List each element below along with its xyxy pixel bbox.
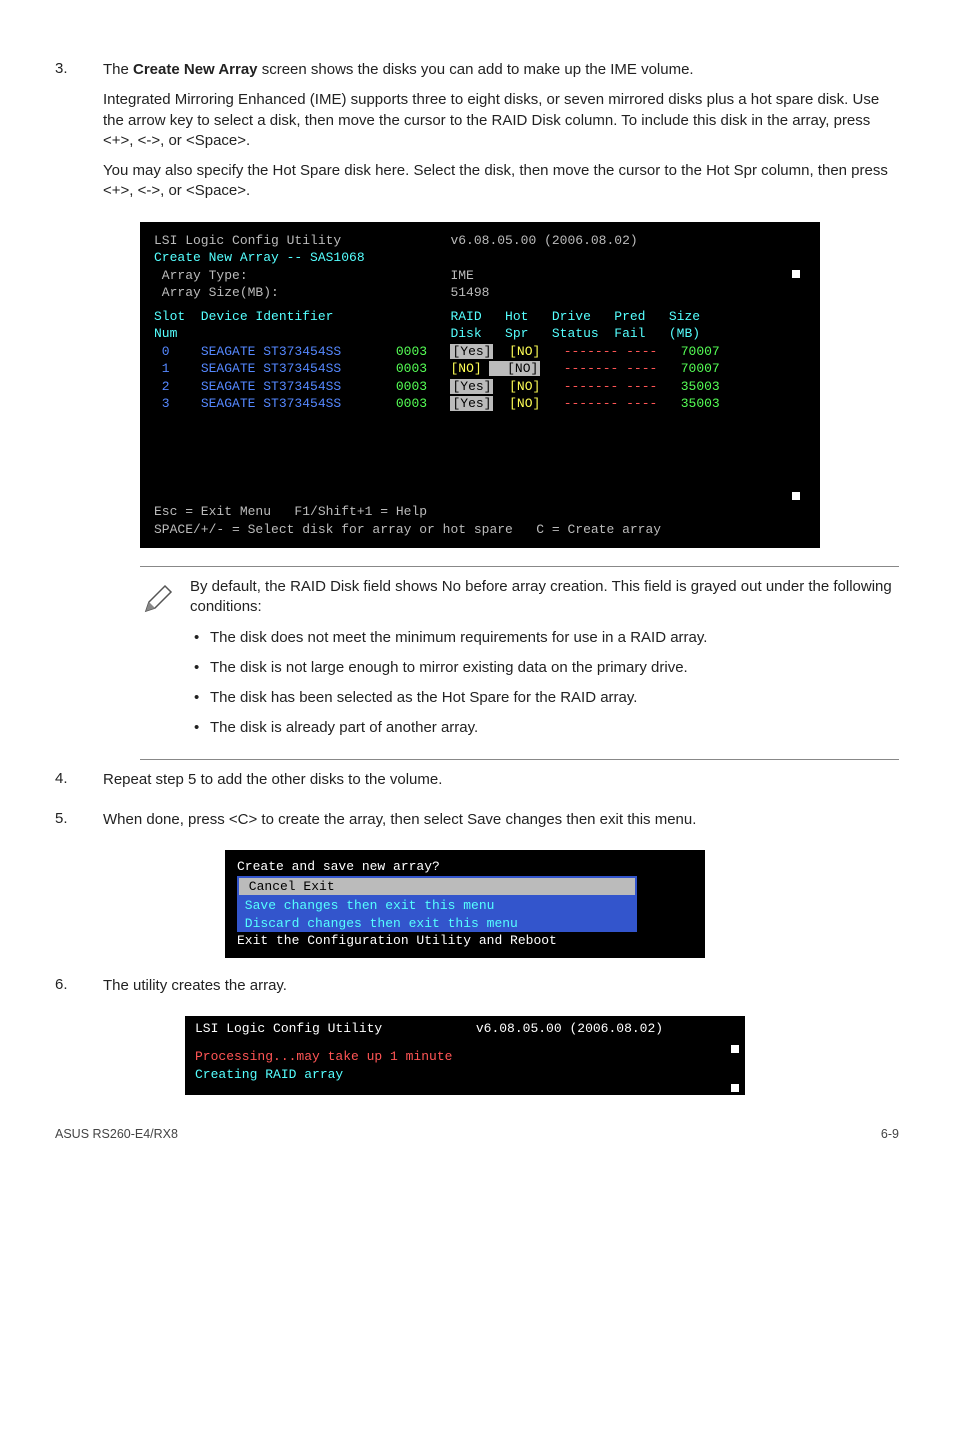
step-number-3: 3. xyxy=(55,60,103,212)
note-item: The disk is already part of another arra… xyxy=(210,718,899,738)
table-row: 2 SEAGATE ST373454SS 0003 [Yes] [NO] ---… xyxy=(154,378,806,396)
step6-paragraph: The utility creates the array. xyxy=(103,976,899,996)
step-number-6: 6. xyxy=(55,976,103,1006)
note-item: The disk is not large enough to mirror e… xyxy=(210,658,899,678)
proc-line1: Processing...may take up 1 minute xyxy=(195,1049,452,1064)
footer-left: ASUS RS260-E4/RX8 xyxy=(55,1127,178,1141)
pencil-icon xyxy=(140,577,190,749)
array-type-row: Array Type: IME xyxy=(154,267,806,285)
table-row: 3 SEAGATE ST373454SS 0003 [Yes] [NO] ---… xyxy=(154,395,806,413)
save-title: Create and save new array? xyxy=(237,858,693,876)
step3-paragraph2: Integrated Mirroring Enhanced (IME) supp… xyxy=(103,90,899,151)
processing-screenshot: LSI Logic Config Utility v6.08.05.00 (20… xyxy=(185,1016,745,1095)
step3-p1-text1: The xyxy=(103,61,133,78)
save-option-save: Save changes then exit this menu xyxy=(237,897,637,915)
note-item: The disk does not meet the minimum requi… xyxy=(210,628,899,648)
note-paragraph: By default, the RAID Disk field shows No… xyxy=(190,577,899,618)
step4-paragraph: Repeat step 5 to add the other disks to … xyxy=(103,770,899,790)
proc-line2: Creating RAID array xyxy=(195,1067,343,1082)
config-utility-screenshot: LSI Logic Config Utility v6.08.05.00 (20… xyxy=(140,222,820,549)
table-header-2: Num Disk Spr Status Fail (MB) xyxy=(154,325,806,343)
table-header-1: Slot Device Identifier RAID Hot Drive Pr… xyxy=(154,308,806,326)
step3-p1-text2: screen shows the disks you can add to ma… xyxy=(258,61,694,78)
note-box: By default, the RAID Disk field shows No… xyxy=(140,566,899,760)
note-item: The disk has been selected as the Hot Sp… xyxy=(210,688,899,708)
term-title: LSI Logic Config Utility v6.08.05.00 (20… xyxy=(154,232,806,250)
step3-p1-bold: Create New Array xyxy=(133,61,258,78)
step5-paragraph: When done, press <C> to create the array… xyxy=(103,810,899,830)
step-number-4: 4. xyxy=(55,770,103,800)
footer-page-number: 6-9 xyxy=(881,1127,899,1141)
table-row: 0 SEAGATE ST373454SS 0003 [Yes] [NO] ---… xyxy=(154,343,806,361)
step-number-5: 5. xyxy=(55,810,103,840)
array-size-row: Array Size(MB): 51498 xyxy=(154,284,806,302)
save-option-cancel: Cancel Exit xyxy=(239,878,635,896)
term-footer-2: SPACE/+/- = Select disk for array or hot… xyxy=(154,521,806,539)
step3-paragraph1: The Create New Array screen shows the di… xyxy=(103,60,899,80)
term-subtitle: Create New Array -- SAS1068 xyxy=(154,249,806,267)
term-footer-1: Esc = Exit Menu F1/Shift+1 = Help xyxy=(154,503,806,521)
table-row: 1 SEAGATE ST373454SS 0003 [NO] [NO] ----… xyxy=(154,360,806,378)
save-dialog-screenshot: Create and save new array? Cancel Exit S… xyxy=(225,850,705,958)
step3-paragraph3: You may also specify the Hot Spare disk … xyxy=(103,161,899,202)
save-option-discard: Discard changes then exit this menu xyxy=(237,915,637,933)
proc-title: LSI Logic Config Utility v6.08.05.00 (20… xyxy=(185,1016,745,1042)
save-footer: Exit the Configuration Utility and Reboo… xyxy=(237,932,693,950)
